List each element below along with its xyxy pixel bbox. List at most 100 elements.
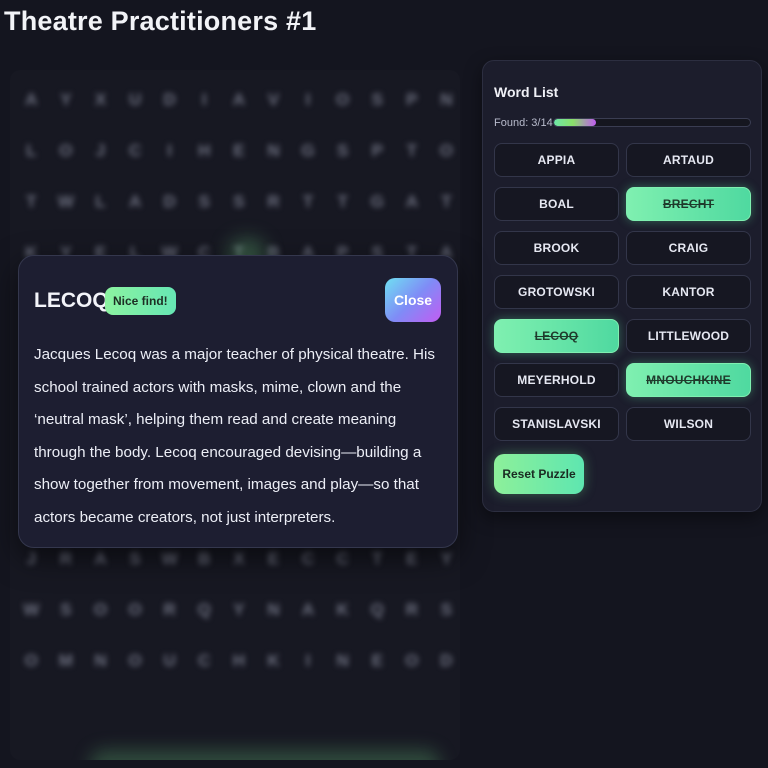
grid-letter[interactable]: N [429, 74, 460, 125]
grid-letter[interactable]: V [256, 74, 291, 125]
word-label: KANTOR [662, 285, 715, 299]
word-button-boal[interactable]: BOAL [494, 187, 619, 221]
grid-letter[interactable]: S [325, 125, 360, 176]
grid-letter[interactable]: T [395, 125, 430, 176]
word-button-grotowski[interactable]: GROTOWSKI [494, 275, 619, 309]
grid-letter[interactable]: O [118, 635, 153, 686]
grid-letter[interactable]: N [325, 635, 360, 686]
grid-letter[interactable]: O [395, 635, 430, 686]
progress-label: Found: 3/14 [494, 117, 553, 129]
word-button-brook[interactable]: BROOK [494, 231, 619, 265]
grid-letter[interactable]: E [222, 125, 257, 176]
grid-letter[interactable]: S [49, 584, 84, 635]
grid-letter[interactable]: U [118, 74, 153, 125]
grid-letter[interactable]: H [222, 635, 257, 686]
word-button-wilson[interactable]: WILSON [626, 407, 751, 441]
word-button-craig[interactable]: CRAIG [626, 231, 751, 265]
grid-letter[interactable]: A [118, 176, 153, 227]
grid-letter[interactable]: G [291, 125, 326, 176]
grid-letter[interactable]: O [49, 125, 84, 176]
grid-letter[interactable]: I [187, 74, 222, 125]
word-label: ARTAUD [663, 153, 714, 167]
grid-letter[interactable]: C [118, 125, 153, 176]
word-label: MEYERHOLD [517, 373, 596, 387]
grid-letter[interactable]: R [395, 584, 430, 635]
word-label: LECOQ [534, 329, 579, 343]
grid-letter[interactable]: D [152, 74, 187, 125]
word-button-appia[interactable]: APPIA [494, 143, 619, 177]
grid-letter[interactable]: O [429, 125, 460, 176]
grid-letter[interactable]: L [83, 176, 118, 227]
grid-letter[interactable]: K [256, 635, 291, 686]
grid-letter[interactable]: K [325, 584, 360, 635]
popup-word-title: LECOQ [34, 289, 109, 312]
grid-letter[interactable]: M [49, 635, 84, 686]
grid-letter[interactable]: P [395, 74, 430, 125]
grid-letter[interactable]: S [360, 74, 395, 125]
grid-letter[interactable]: O [118, 584, 153, 635]
reset-puzzle-button[interactable]: Reset Puzzle [494, 454, 584, 494]
grid-letter[interactable]: O [83, 584, 118, 635]
grid-letter[interactable]: T [14, 176, 49, 227]
word-label: APPIA [537, 153, 576, 167]
grid-letter[interactable]: T [291, 176, 326, 227]
word-info-popup: LECOQ Nice find! Close Jacques Lecoq was… [18, 255, 458, 548]
word-label: BOAL [539, 197, 574, 211]
word-button-meyerhold[interactable]: MEYERHOLD [494, 363, 619, 397]
grid-letter[interactable]: H [187, 125, 222, 176]
progress-fill [554, 119, 596, 126]
word-label: BRECHT [662, 197, 715, 211]
grid-letter[interactable]: A [291, 584, 326, 635]
grid-letter[interactable]: R [152, 584, 187, 635]
word-label: LITTLEWOOD [647, 329, 730, 343]
word-button-lecoq[interactable]: LECOQ [494, 319, 619, 353]
grid-letter[interactable]: O [325, 74, 360, 125]
grid-letter[interactable]: Y [49, 74, 84, 125]
grid-letter[interactable]: D [429, 635, 460, 686]
word-list-title: Word List [494, 84, 559, 100]
grid-letter[interactable]: A [222, 74, 257, 125]
page-title: Theatre Practitioners #1 [4, 6, 317, 36]
grid-letter[interactable]: G [360, 176, 395, 227]
grid-letter[interactable]: W [49, 176, 84, 227]
word-label: STANISLAVSKI [512, 417, 601, 431]
close-button[interactable]: Close [385, 278, 441, 322]
word-button-stanislavski[interactable]: STANISLAVSKI [494, 407, 619, 441]
grid-letter[interactable]: E [360, 635, 395, 686]
grid-letter[interactable]: T [325, 176, 360, 227]
grid-letter[interactable]: N [256, 125, 291, 176]
grid-letter[interactable]: I [291, 635, 326, 686]
grid-letter[interactable]: A [14, 74, 49, 125]
grid-letter[interactable]: U [152, 635, 187, 686]
grid-letter[interactable]: N [83, 635, 118, 686]
word-label: WILSON [663, 417, 714, 431]
grid-letter[interactable]: A [395, 176, 430, 227]
grid-letter[interactable]: N [256, 584, 291, 635]
grid-letter[interactable]: I [291, 74, 326, 125]
grid-letter[interactable]: S [429, 584, 460, 635]
word-button-brecht[interactable]: BRECHT [626, 187, 751, 221]
grid-letter[interactable]: S [187, 176, 222, 227]
word-button-artaud[interactable]: ARTAUD [626, 143, 751, 177]
word-button-kantor[interactable]: KANTOR [626, 275, 751, 309]
grid-letter[interactable]: R [256, 176, 291, 227]
grid-letter[interactable]: Q [187, 584, 222, 635]
grid-letter[interactable]: L [14, 125, 49, 176]
grid-letter[interactable]: P [360, 125, 395, 176]
word-label: BROOK [533, 241, 580, 255]
word-list-panel: Word List Found: 3/14 APPIA ARTAUD BOAL … [482, 60, 762, 512]
word-button-mnouchkine[interactable]: MNOUCHKINE [626, 363, 751, 397]
grid-letter[interactable]: D [152, 176, 187, 227]
grid-letter[interactable]: T [429, 176, 460, 227]
word-button-littlewood[interactable]: LITTLEWOOD [626, 319, 751, 353]
grid-letter[interactable]: Q [360, 584, 395, 635]
grid-letter[interactable]: I [152, 125, 187, 176]
grid-letter[interactable]: J [83, 125, 118, 176]
grid-letter[interactable]: C [187, 635, 222, 686]
grid-letter[interactable]: S [222, 176, 257, 227]
grid-letter[interactable]: W [14, 584, 49, 635]
grid-letter[interactable]: O [14, 635, 49, 686]
word-label: CRAIG [668, 241, 709, 255]
grid-letter[interactable]: X [83, 74, 118, 125]
grid-letter[interactable]: Y [222, 584, 257, 635]
